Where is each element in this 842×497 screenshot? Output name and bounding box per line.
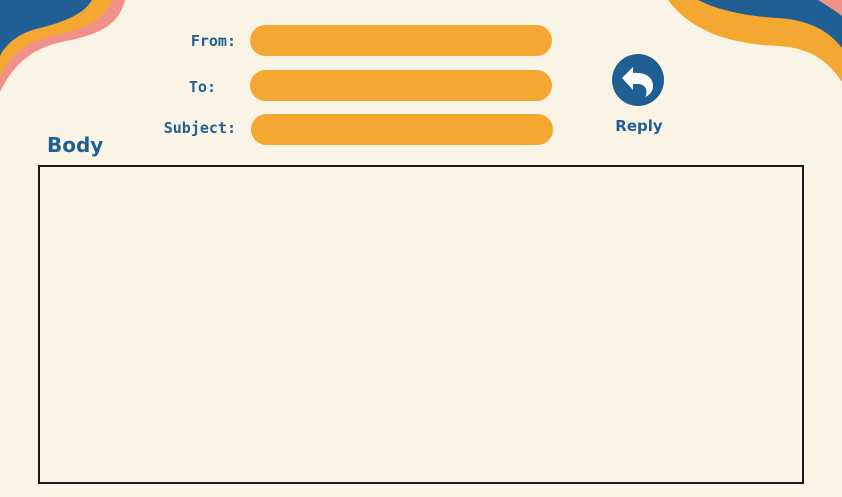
body-textarea[interactable] (38, 165, 804, 484)
from-label: From: (190, 32, 236, 50)
corner-wave-decoration-left (0, 0, 125, 92)
to-label: To: (188, 78, 216, 96)
body-label: Body (47, 133, 104, 157)
reply-button[interactable]: Reply (604, 53, 674, 139)
reply-label: Reply (615, 117, 663, 135)
reply-arrow-icon (612, 54, 664, 106)
corner-wave-decoration-right (668, 0, 842, 82)
to-input[interactable] (250, 70, 552, 101)
subject-input[interactable] (251, 114, 553, 145)
from-input[interactable] (250, 25, 552, 56)
subject-label: Subject: (163, 119, 236, 137)
